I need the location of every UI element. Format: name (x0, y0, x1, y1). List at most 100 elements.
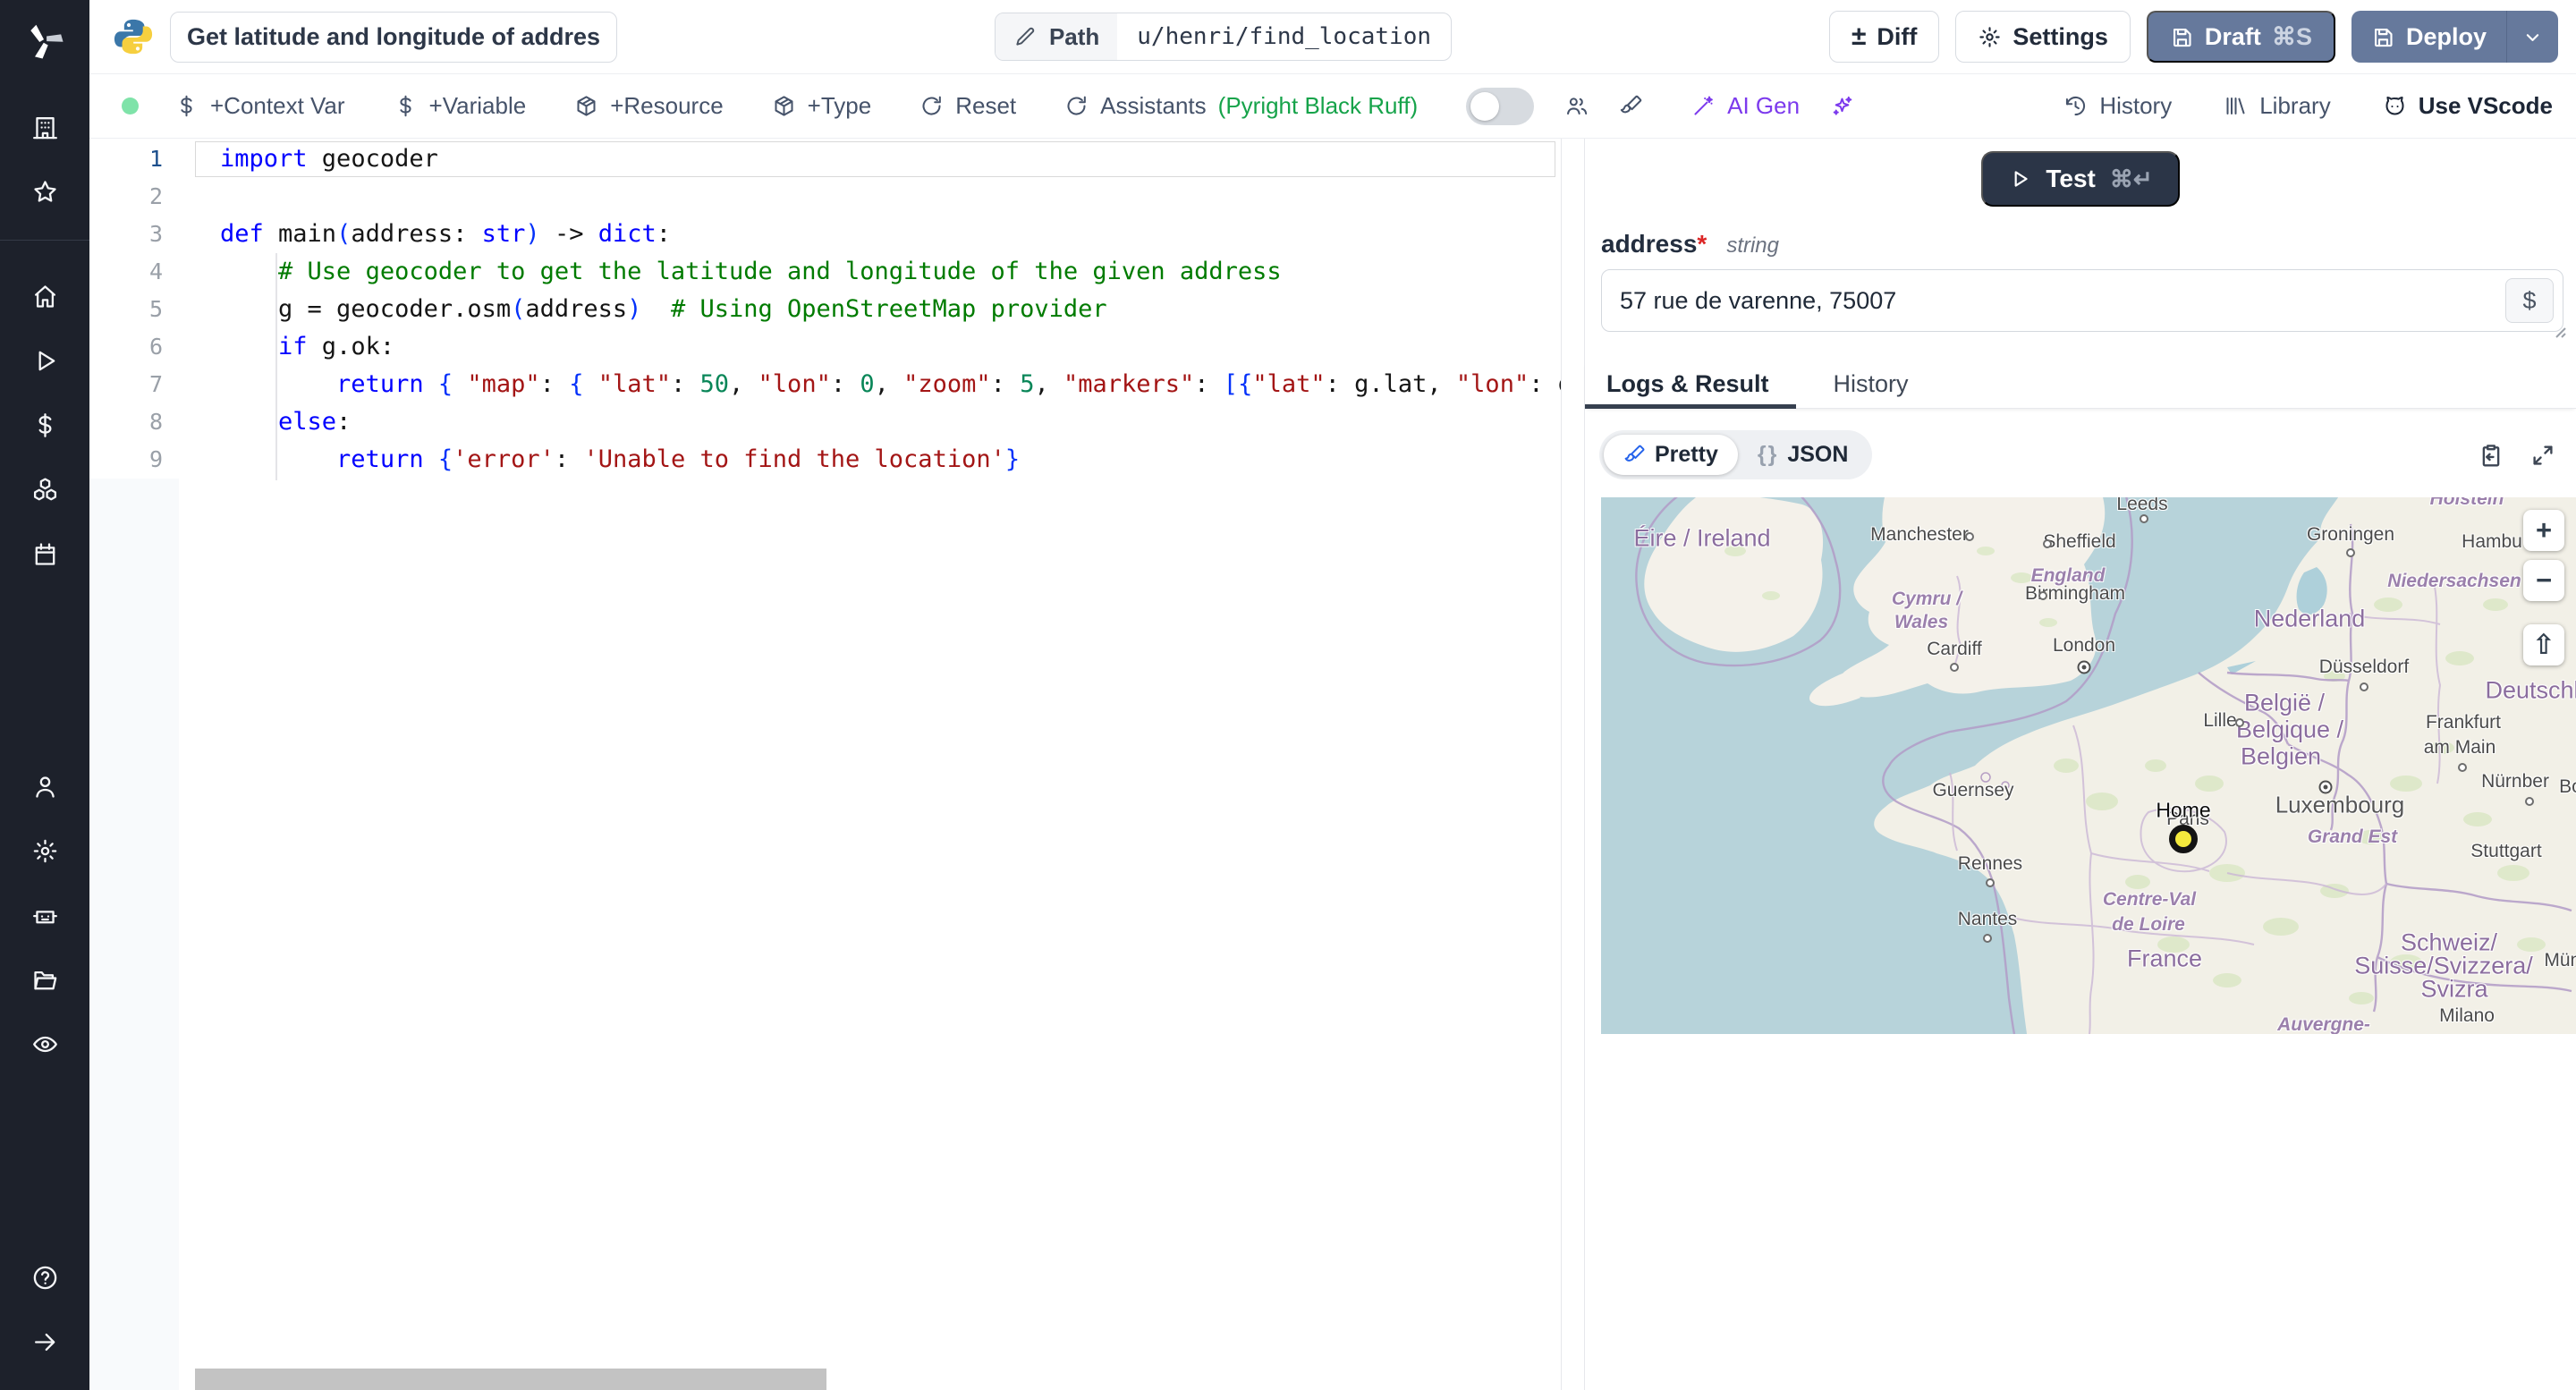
script-title-input[interactable] (170, 11, 617, 63)
map-label: Belgique / (2235, 716, 2344, 743)
code-line: 1 import geocoder (89, 140, 1561, 178)
add-context-var-button[interactable]: +Context Var (174, 92, 345, 120)
use-vscode-label: Use VScode (2418, 92, 2553, 119)
add-variable-button[interactable]: +Variable (394, 92, 527, 120)
horizontal-scrollbar-thumb[interactable] (195, 1369, 826, 1390)
resize-grip-icon[interactable] (2551, 323, 2567, 339)
code-editor[interactable]: 1 import geocoder 2 3 def main(address: str)… (89, 139, 1562, 1390)
view-pretty-button[interactable]: Pretty (1604, 435, 1738, 475)
user-icon[interactable] (16, 759, 73, 816)
map-label: Cardiff (1927, 639, 1982, 659)
view-json-button[interactable]: {} JSON (1738, 435, 1868, 475)
deploy-button[interactable]: Deploy (2351, 11, 2506, 63)
sidebar-group-nav (16, 264, 73, 586)
editor-gutter-strip (89, 479, 179, 1390)
arrow-right-icon[interactable] (16, 1313, 73, 1370)
map-place-dot (1950, 663, 1959, 672)
map-label: am Main (2423, 737, 2496, 758)
sparkles-icon[interactable] (1830, 94, 1854, 118)
use-vscode-button[interactable]: Use VScode (2383, 92, 2553, 120)
map-label: Groningen (2306, 524, 2395, 545)
map-label: Luxembourg (2275, 791, 2405, 818)
diff-label: Diff (1877, 22, 1918, 50)
add-variable-label: +Variable (428, 92, 527, 119)
multiplayer-users-icon[interactable] (1564, 94, 1589, 118)
map-label: Rennes (1957, 853, 2023, 874)
view-json-label: JSON (1787, 442, 1849, 467)
deploy-dropdown-button[interactable] (2505, 11, 2558, 63)
folder-icon[interactable] (16, 952, 73, 1009)
line-number: 5 (148, 296, 163, 322)
map-label: de Loire (2112, 914, 2185, 935)
argument-input-wrap: $ (1601, 269, 2566, 338)
map-label: Sheffield (2043, 531, 2116, 552)
eye-icon[interactable] (16, 1016, 73, 1073)
map-reset-view-button[interactable]: ⇧ (2523, 624, 2564, 665)
test-button[interactable]: Test ⌘↵ (1981, 151, 2180, 207)
add-type-button[interactable]: +Type (772, 92, 871, 120)
settings-button[interactable]: Settings (1955, 11, 2131, 63)
history-button[interactable]: History (2063, 92, 2172, 120)
panel-splitter[interactable] (1562, 139, 1585, 1390)
map-label: Svizra (2420, 975, 2488, 1003)
ai-gen-label: AI Gen (1727, 92, 1801, 119)
format-brush-icon[interactable] (1619, 94, 1643, 118)
sidebar-divider (0, 240, 89, 241)
map-place-dot (1983, 934, 1992, 943)
insert-variable-button[interactable]: $ (2505, 278, 2554, 323)
indent-guide (275, 253, 277, 480)
sidebar-group-top (16, 95, 73, 224)
clock-history-icon (2066, 96, 2086, 116)
map-zoom-out-button[interactable]: − (2523, 560, 2564, 601)
map-label: Nederland (2253, 605, 2366, 632)
ai-gen-button[interactable]: AI Gen (1691, 92, 1800, 120)
toolbar-right: History Library Use VScode (2063, 92, 2553, 120)
map-label: Nantes (1957, 909, 2018, 929)
map-label: Auvergne- (2277, 1014, 2370, 1034)
map-zoom-in-button[interactable]: + (2523, 510, 2564, 551)
deploy-split-button: Deploy (2351, 11, 2558, 63)
map-label: Lille (2203, 710, 2237, 731)
assistant-toggle[interactable] (1466, 87, 1535, 125)
dollar-icon[interactable] (16, 396, 73, 453)
reset-button[interactable]: Reset (919, 92, 1016, 120)
map-label: Wales (1894, 612, 1949, 632)
map-label: België / (2243, 689, 2326, 716)
editor-toolbar: +Context Var +Variable +Resource +Type R… (89, 74, 2576, 139)
assistants-button[interactable]: Assistants (Pyright Black Ruff) (1064, 92, 1418, 120)
topbar: Path u/henri/find_location ± Diff Settin… (89, 0, 2576, 74)
map-label: Hambu (2462, 531, 2522, 552)
home-icon[interactable] (16, 267, 73, 325)
path-widget[interactable]: Path u/henri/find_location (994, 13, 1453, 61)
play-icon[interactable] (16, 332, 73, 389)
robot-icon[interactable] (16, 887, 73, 945)
address-input[interactable] (1601, 269, 2563, 332)
tab-logs-result[interactable]: Logs & Result (1585, 360, 1795, 409)
copy-clipboard-icon[interactable] (2478, 442, 2504, 469)
star-icon[interactable] (16, 163, 73, 220)
path-edit-section[interactable]: Path (995, 13, 1118, 60)
calendar-icon[interactable] (16, 525, 73, 582)
test-label: Test (2046, 165, 2096, 192)
add-resource-button[interactable]: +Resource (574, 92, 724, 120)
result-map[interactable]: Leeds Éire / Ireland Manchester Sheffield Gr… (1601, 497, 2576, 1034)
draft-button[interactable]: Draft ⌘S (2146, 11, 2335, 63)
package-icon (775, 96, 793, 116)
fullscreen-icon[interactable] (2529, 442, 2556, 469)
building-icon[interactable] (16, 98, 73, 156)
draft-shortcut: ⌘S (2271, 22, 2312, 50)
line-number: 8 (148, 409, 163, 435)
cubes-icon[interactable] (16, 461, 73, 518)
argument-type: string (1726, 233, 1779, 258)
gear-icon[interactable] (16, 823, 73, 880)
diff-button[interactable]: ± Diff (1828, 11, 1940, 63)
tab-history[interactable]: History (1828, 360, 1914, 408)
path-value: u/henri/find_location (1137, 23, 1432, 50)
save-icon (2173, 28, 2191, 47)
code-line: 7 return { "map": { "lat": 50, "lon": 0,… (89, 366, 1561, 403)
help-icon[interactable] (16, 1249, 73, 1306)
windmill-logo-icon[interactable] (18, 14, 72, 68)
code-line: 8 else: (89, 403, 1561, 441)
home-marker[interactable] (2169, 825, 2198, 853)
library-button[interactable]: Library (2224, 92, 2331, 120)
